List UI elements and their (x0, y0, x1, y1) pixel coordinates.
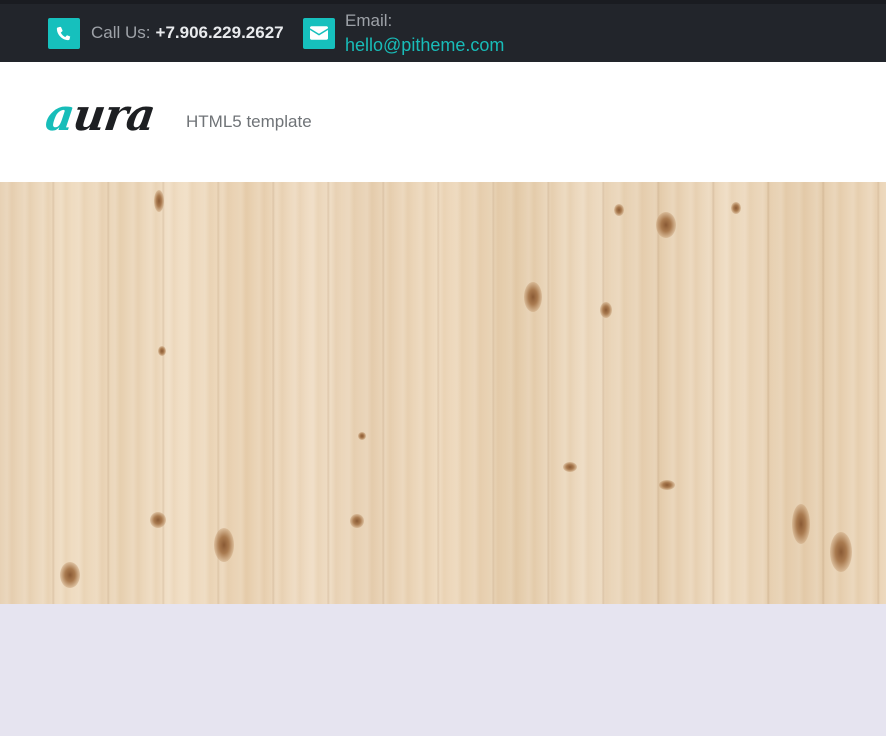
wood-knot (656, 212, 676, 238)
wood-knot (158, 346, 166, 356)
wood-knot (154, 190, 164, 212)
site-logo[interactable]: aura (42, 90, 157, 141)
email-contact: Email: hello@pitheme.com (303, 4, 504, 62)
wood-knot (214, 528, 234, 562)
wood-knot (792, 504, 810, 544)
content-area (0, 604, 886, 736)
logo-rest: ura (69, 90, 158, 141)
wood-knot (150, 512, 166, 528)
phone-contact: Call Us: +7.906.229.2627 (48, 4, 284, 62)
wood-knot (563, 462, 577, 472)
wood-knot (731, 202, 741, 214)
wood-knot (600, 302, 612, 318)
site-header: aura HTML5 template (0, 62, 886, 182)
wood-knot (350, 514, 364, 528)
hero-wood-banner (0, 182, 886, 604)
wood-knot (830, 532, 852, 572)
wood-knot (60, 562, 80, 588)
email-text-block: Email: hello@pitheme.com (345, 9, 504, 57)
site-tagline: HTML5 template (186, 112, 312, 131)
phone-label: Call Us: (91, 23, 151, 42)
wood-knot (358, 432, 366, 440)
wood-knot (524, 282, 542, 312)
phone-icon (48, 17, 80, 49)
top-contact-bar: Call Us: +7.906.229.2627 Email: hello@pi… (0, 0, 886, 62)
envelope-icon (303, 17, 335, 49)
wood-knot (659, 480, 675, 490)
wood-knot (614, 204, 624, 216)
email-label: Email: (345, 11, 393, 30)
email-link[interactable]: hello@pitheme.com (345, 33, 504, 57)
phone-number[interactable]: +7.906.229.2627 (156, 23, 284, 43)
